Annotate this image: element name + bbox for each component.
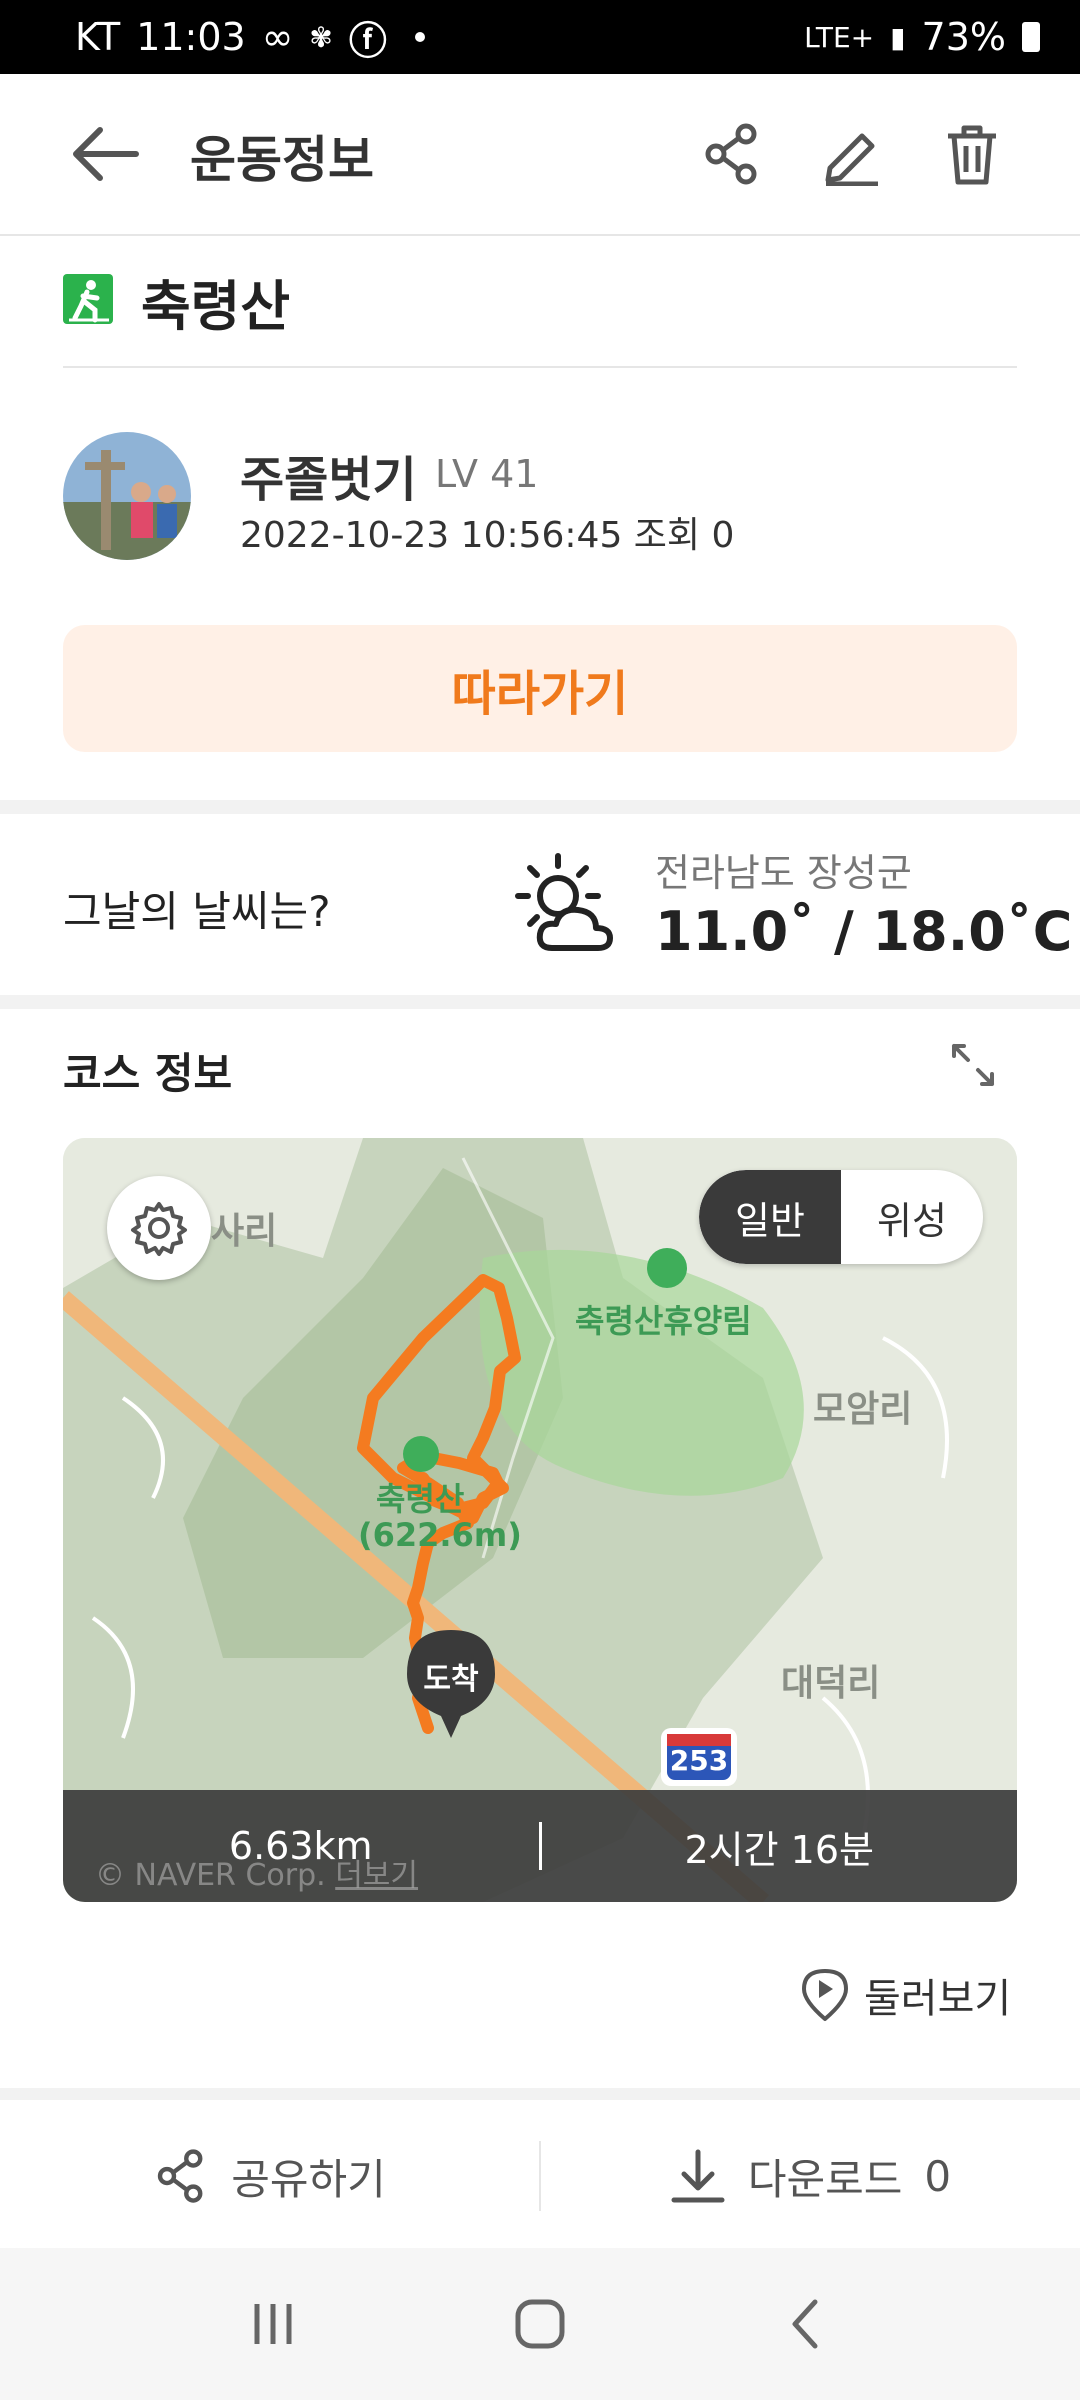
course-map[interactable]: 사리 축령산휴양림 모암리 축령산 (622.6m) 대덕리 253 일반 위성…: [63, 1138, 1017, 1902]
status-bar: KT 11:03 ∞ ✾ ⓕ LTE+ ▮ 73%: [0, 0, 1080, 74]
map-label-peak-height: (622.6m): [358, 1516, 522, 1554]
battery-percent: 73%: [921, 15, 1006, 59]
home-icon[interactable]: [510, 2294, 570, 2354]
download-icon: [671, 2149, 725, 2203]
notification-dot-icon: [414, 32, 425, 42]
tour-button-label: 둘러보기: [864, 1976, 1012, 2022]
share-icon: [158, 2149, 203, 2203]
section-divider: [0, 800, 1080, 814]
course-name: 축령산: [141, 275, 291, 338]
map-mode-toggle: 일반 위성: [699, 1170, 983, 1264]
section-divider: [0, 2088, 1080, 2100]
network-type: LTE+: [804, 20, 875, 54]
post-meta: 2022-10-23 10:56:45 조회 0: [240, 506, 734, 558]
expand-icon[interactable]: [948, 1040, 998, 1090]
map-mode-satellite[interactable]: 위성: [841, 1170, 983, 1264]
follow-button[interactable]: 따라가기: [63, 625, 1017, 752]
map-settings-button[interactable]: [107, 1176, 211, 1280]
gear-icon: [131, 1202, 187, 1256]
map-label-village: 대덕리: [781, 1663, 881, 1704]
course-duration: 2시간 16분: [684, 1827, 875, 1872]
hiking-icon: [63, 274, 113, 324]
map-label-place: 사리: [211, 1211, 278, 1252]
trash-icon[interactable]: [940, 122, 1004, 186]
avatar[interactable]: [63, 432, 191, 560]
download-count: 0: [924, 2151, 952, 2201]
back-arrow-icon[interactable]: [70, 124, 140, 184]
status-left: KT 11:03 ∞ ✾ ⓕ: [75, 10, 425, 65]
author-level: LV 41: [435, 452, 539, 496]
action-bar: 공유하기 다운로드 0: [0, 2105, 1080, 2247]
edit-pencil-icon[interactable]: [820, 122, 884, 186]
facebook-icon: ⓕ: [348, 18, 387, 63]
map-label-peak: 축령산: [376, 1480, 465, 1518]
footprint-icon: ✾: [309, 20, 333, 54]
post-datetime: 2022-10-23 10:56:45: [240, 515, 623, 556]
credit-text: © NAVER Corp.: [95, 1858, 326, 1893]
app-header: 운동정보: [0, 74, 1080, 236]
link-icon: ∞: [261, 15, 294, 59]
play-pin-icon: [802, 1969, 848, 2021]
download-action-label: 다운로드: [747, 2154, 903, 2204]
signal-icon: ▮: [890, 20, 906, 54]
weather-question: 그날의 날씨는?: [63, 887, 331, 936]
download-action-button[interactable]: 다운로드 0: [541, 2146, 1080, 2207]
share-icon[interactable]: [700, 122, 764, 186]
share-action-label: 공유하기: [231, 2154, 386, 2204]
author-name[interactable]: 주졸벗기: [240, 440, 417, 510]
end-marker-label: 도착: [423, 1662, 479, 1697]
clock: 11:03: [136, 15, 246, 59]
map-mode-normal[interactable]: 일반: [699, 1170, 841, 1264]
map-credit: © NAVER Corp. 더보기: [95, 1850, 418, 1894]
page-title: 운동정보: [190, 131, 374, 189]
weather-temperature: 11.0˚ / 18.0˚C: [655, 900, 1073, 963]
system-nav-bar: [0, 2248, 1080, 2400]
recent-apps-icon[interactable]: [243, 2294, 303, 2354]
section-divider: [0, 995, 1080, 1009]
battery-icon: [1022, 22, 1040, 52]
carrier-label: KT: [75, 15, 121, 59]
tour-button[interactable]: 둘러보기: [800, 1960, 1011, 2030]
status-right: LTE+ ▮ 73%: [804, 15, 1040, 59]
map-label-village: 모암리: [813, 1389, 913, 1430]
map-label-forest: 축령산휴양림: [575, 1302, 752, 1340]
share-action-button[interactable]: 공유하기: [0, 2146, 539, 2207]
course-title-row: 축령산: [63, 238, 1017, 368]
course-info-title: 코스 정보: [63, 1049, 233, 1098]
back-icon[interactable]: [777, 2294, 837, 2354]
credit-more-link[interactable]: 더보기: [335, 1858, 418, 1893]
views-label: 조회: [633, 515, 701, 556]
weather-region: 전라남도 장성군: [655, 851, 912, 895]
partly-cloudy-icon: [515, 853, 613, 951]
route-shield-label: 253: [669, 1744, 729, 1777]
views-count: 0: [711, 515, 735, 556]
